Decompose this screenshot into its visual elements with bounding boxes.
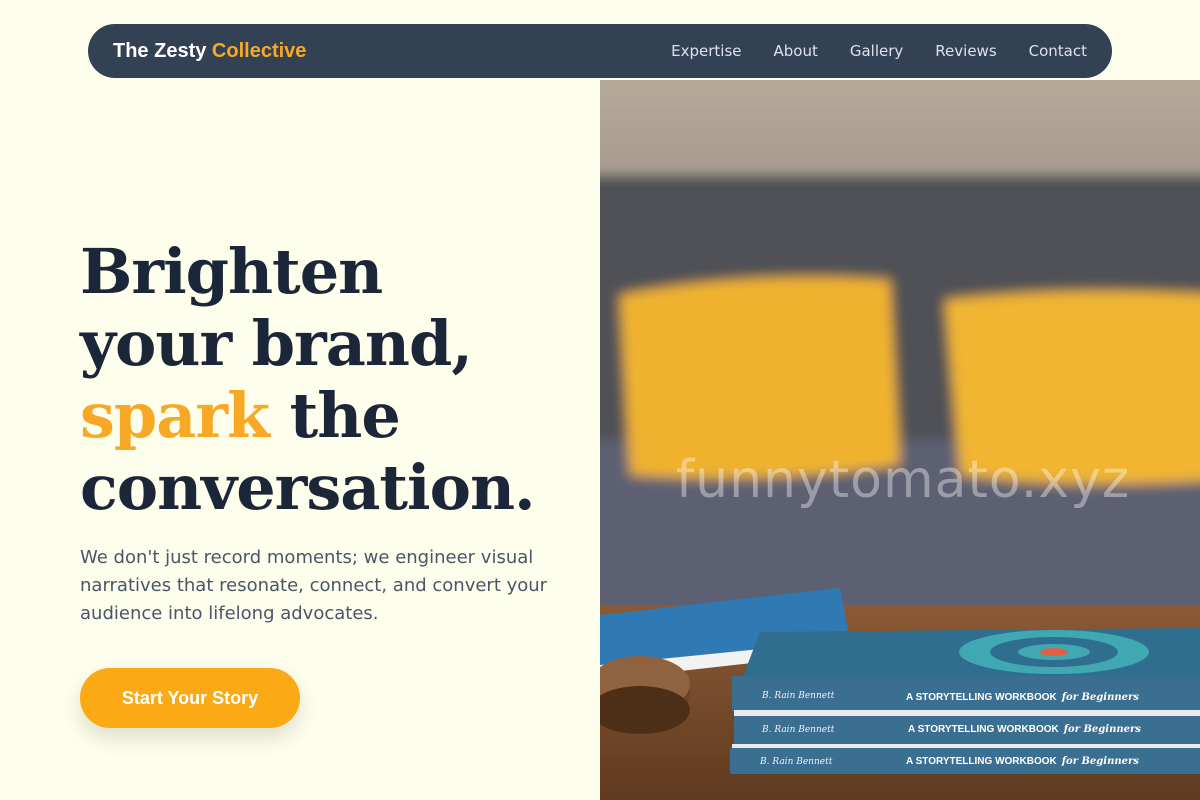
book-title-1-main: A STORYTELLING WORKBOOK — [906, 692, 1058, 703]
brand-name: The Zesty — [113, 39, 207, 62]
headline-line-2: your brand, — [80, 307, 473, 380]
book-author-3: B. Rain Bennett — [759, 757, 833, 767]
start-your-story-button[interactable]: Start Your Story — [80, 668, 300, 728]
nav-links: Expertise About Gallery Reviews Contact — [639, 42, 1087, 60]
hero-subtext: We don't just record moments; we enginee… — [80, 547, 548, 624]
nav-link-gallery[interactable]: Gallery — [850, 42, 903, 60]
yellow-pillow-left — [620, 277, 900, 479]
headline-line-4: conversation. — [80, 451, 536, 524]
book-title-2: A STORYTELLING WORKBOOK for Beginners — [908, 724, 1141, 735]
hero-headline: Brighten your brand, spark the conversat… — [80, 236, 600, 524]
nav-link-expertise[interactable]: Expertise — [671, 42, 741, 60]
top-navbar: The Zesty Collective Expertise About Gal… — [88, 24, 1112, 78]
headline-line-1: Brighten — [80, 235, 383, 308]
nav-link-reviews[interactable]: Reviews — [935, 42, 996, 60]
headline-line-3: spark the — [80, 380, 600, 452]
book-title-1-sub: for Beginners — [1061, 692, 1139, 703]
book-title-3: A STORYTELLING WORKBOOK for Beginners — [906, 756, 1139, 767]
book-author-1: B. Rain Bennett — [761, 691, 835, 701]
book-title-2-main: A STORYTELLING WORKBOOK — [908, 724, 1060, 735]
photo-background — [600, 80, 1200, 620]
book-title-3-main: A STORYTELLING WORKBOOK — [906, 756, 1058, 767]
headline-accent: spark — [80, 379, 270, 452]
nav-link-contact[interactable]: Contact — [1029, 42, 1087, 60]
hero-photo-illustration: B. Rain Bennett A STORYTELLING WORKBOOK f… — [600, 80, 1200, 800]
book-author-2: B. Rain Bennett — [761, 725, 835, 735]
coaster — [600, 656, 690, 734]
nav-link-about[interactable]: About — [774, 42, 818, 60]
book-title-3-sub: for Beginners — [1061, 756, 1139, 767]
headline-line-3-rest: the — [269, 379, 401, 452]
book-title-1: A STORYTELLING WORKBOOK for Beginners — [906, 692, 1139, 703]
book-title-2-sub: for Beginners — [1063, 724, 1141, 735]
brand-accent: Collective — [211, 39, 307, 62]
book-stack: B. Rain Bennett A STORYTELLING WORKBOOK f… — [730, 628, 1200, 774]
brand-logo[interactable]: The Zesty Collective — [113, 40, 306, 63]
watermark: funnytomato.xyz — [675, 450, 1131, 510]
hero-photo: B. Rain Bennett A STORYTELLING WORKBOOK f… — [600, 80, 1200, 800]
